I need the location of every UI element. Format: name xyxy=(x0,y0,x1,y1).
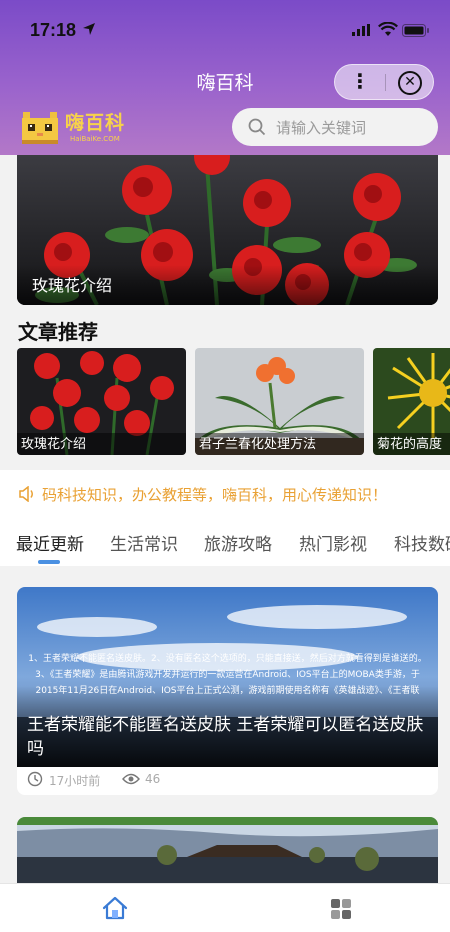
banner-carousel[interactable]: 玫瑰花介绍 xyxy=(17,155,438,305)
mini-program-capsule: ⋮ ✕ xyxy=(334,64,434,100)
tab-recent[interactable]: 最近更新 xyxy=(16,530,84,555)
header: 17:18 嗨百科 ⋮ ✕ 嗨百科 HaiBaiKe.COM 请输入关键词 xyxy=(0,0,450,155)
logo-subtext: HaiBaiKe.COM xyxy=(70,135,120,143)
notice-bar: 码科技知识，办公教程等，嗨百科，用心传递知识！ xyxy=(0,470,450,516)
banner-caption: 玫瑰花介绍 xyxy=(32,276,113,295)
notice-text: 码科技知识，办公教程等，嗨百科，用心传递知识！ xyxy=(42,486,388,504)
category-grid-icon[interactable] xyxy=(330,898,352,920)
search-icon xyxy=(248,118,266,136)
tab-travel[interactable]: 旅游攻略 xyxy=(204,530,272,555)
status-bar: 17:18 xyxy=(0,0,450,60)
landscape-cover-image xyxy=(17,817,438,887)
article-time: 17小时前 xyxy=(49,774,101,788)
search-input[interactable]: 请输入关键词 xyxy=(232,108,438,146)
wifi-icon xyxy=(378,22,398,36)
article-card[interactable] xyxy=(17,817,438,887)
capsule-divider xyxy=(385,74,386,91)
recommend-carousel[interactable]: 玫瑰花介绍 君子兰春化处理方法 菊花的高度 xyxy=(17,348,450,455)
logo-text: 嗨百科 xyxy=(65,112,126,134)
bottom-tab-bar xyxy=(0,883,450,932)
eye-icon xyxy=(122,773,140,785)
pixel-cat-logo-icon xyxy=(22,112,58,144)
signal-icon xyxy=(352,24,370,36)
card-title: 君子兰春化处理方法 xyxy=(199,437,317,452)
card-title: 玫瑰花介绍 xyxy=(21,437,87,452)
article-card[interactable]: 1、王者荣耀不能匿名送皮肤。2、没有匿名这个选项的，只能直接送，然后对方就看得到… xyxy=(17,587,438,795)
close-circle-button[interactable]: ✕ xyxy=(398,71,422,95)
location-arrow-icon xyxy=(83,23,95,35)
category-tabs: 最近更新 生活常识 旅游攻略 热门影视 科技数码 xyxy=(0,516,450,566)
article-views: 46 xyxy=(145,772,161,786)
battery-icon xyxy=(402,24,429,37)
more-menu-button[interactable]: ⋮ xyxy=(335,65,385,99)
tab-movies[interactable]: 热门影视 xyxy=(299,530,367,555)
speaker-icon xyxy=(19,486,33,502)
home-icon[interactable] xyxy=(102,896,128,920)
article-cover-text: 1、王者荣耀不能匿名送皮肤。2、没有匿名这个选项的，只能直接送，然后对方就看得到… xyxy=(28,654,427,696)
recommend-card[interactable]: 菊花的高度 xyxy=(373,348,450,455)
status-time: 17:18 xyxy=(30,20,77,40)
recommend-card[interactable]: 君子兰春化处理方法 xyxy=(195,348,364,455)
article-title: 王者荣耀能不能匿名送皮肤 王者荣耀可以匿名送皮肤吗 xyxy=(27,715,424,759)
section-title-recommend: 文章推荐 xyxy=(18,320,98,344)
tab-life[interactable]: 生活常识 xyxy=(110,530,178,555)
active-tab-indicator xyxy=(38,560,60,564)
site-logo[interactable]: 嗨百科 HaiBaiKe.COM xyxy=(20,108,130,148)
card-title: 菊花的高度 xyxy=(377,437,443,452)
search-placeholder: 请输入关键词 xyxy=(276,119,367,137)
clock-icon xyxy=(27,771,43,787)
recommend-card[interactable]: 玫瑰花介绍 xyxy=(17,348,186,455)
tab-tech[interactable]: 科技数码 xyxy=(394,530,450,555)
